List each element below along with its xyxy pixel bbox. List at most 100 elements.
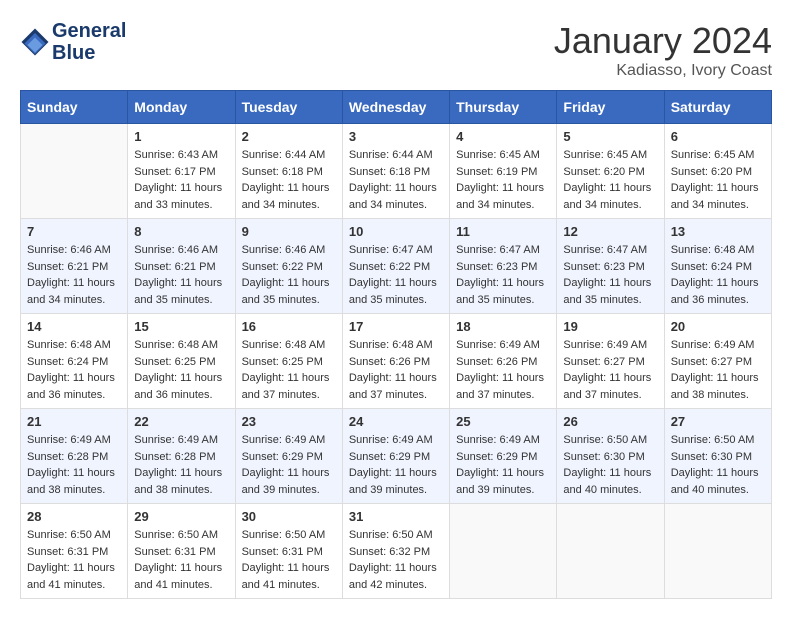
calendar-cell: 22 Sunrise: 6:49 AMSunset: 6:28 PMDayligh… (128, 409, 235, 504)
day-number: 17 (349, 319, 443, 334)
day-info: Sunrise: 6:44 AMSunset: 6:18 PMDaylight:… (242, 147, 336, 213)
calendar-cell (21, 124, 128, 219)
logo: General Blue (20, 20, 126, 64)
calendar-cell: 5 Sunrise: 6:45 AMSunset: 6:20 PMDaylight… (557, 124, 664, 219)
day-info: Sunrise: 6:47 AMSunset: 6:23 PMDaylight:… (563, 242, 657, 308)
day-number: 23 (242, 414, 336, 429)
weekday-header: Friday (557, 91, 664, 124)
calendar-cell: 1Sunrise: 6:43 AMSunset: 6:17 PMDaylight… (128, 124, 235, 219)
day-info: Sunrise: 6:49 AMSunset: 6:26 PMDaylight:… (456, 337, 550, 403)
title-area: January 2024 Kadiasso, Ivory Coast (554, 20, 772, 80)
day-info: Sunrise: 6:45 AMSunset: 6:20 PMDaylight:… (671, 147, 765, 213)
day-number: 8 (134, 224, 228, 239)
calendar-cell: 6 Sunrise: 6:45 AMSunset: 6:20 PMDaylight… (664, 124, 771, 219)
calendar-cell: 27Sunrise: 6:50 AMSunset: 6:30 PMDayligh… (664, 409, 771, 504)
weekday-header: Tuesday (235, 91, 342, 124)
weekday-header: Saturday (664, 91, 771, 124)
day-number: 11 (456, 224, 550, 239)
day-number: 29 (134, 509, 228, 524)
day-number: 28 (27, 509, 121, 524)
day-number: 31 (349, 509, 443, 524)
day-info: Sunrise: 6:48 AMSunset: 6:25 PMDaylight:… (242, 337, 336, 403)
calendar-cell: 15Sunrise: 6:48 AMSunset: 6:25 PMDayligh… (128, 314, 235, 409)
location-subtitle: Kadiasso, Ivory Coast (554, 62, 772, 80)
day-info: Sunrise: 6:50 AMSunset: 6:31 PMDaylight:… (134, 527, 228, 593)
month-title: January 2024 (554, 20, 772, 62)
calendar-cell: 26Sunrise: 6:50 AMSunset: 6:30 PMDayligh… (557, 409, 664, 504)
calendar-week-row: 28 Sunrise: 6:50 AMSunset: 6:31 PMDayligh… (21, 504, 772, 599)
day-number: 10 (349, 224, 443, 239)
logo-icon (20, 27, 50, 57)
day-number: 4 (456, 129, 550, 144)
day-number: 18 (456, 319, 550, 334)
calendar-cell: 20 Sunrise: 6:49 AMSunset: 6:27 PMDayligh… (664, 314, 771, 409)
day-number: 13 (671, 224, 765, 239)
day-info: Sunrise: 6:50 AMSunset: 6:31 PMDaylight:… (242, 527, 336, 593)
day-number: 2 (242, 129, 336, 144)
day-number: 24 (349, 414, 443, 429)
day-number: 22 (134, 414, 228, 429)
calendar-cell: 13Sunrise: 6:48 AMSunset: 6:24 PMDayligh… (664, 219, 771, 314)
day-info: Sunrise: 6:49 AMSunset: 6:27 PMDaylight:… (671, 337, 765, 403)
day-number: 6 (671, 129, 765, 144)
day-number: 25 (456, 414, 550, 429)
day-info: Sunrise: 6:49 AMSunset: 6:28 PMDaylight:… (134, 432, 228, 498)
calendar-week-row: 1Sunrise: 6:43 AMSunset: 6:17 PMDaylight… (21, 124, 772, 219)
day-number: 20 (671, 319, 765, 334)
calendar-cell: 25 Sunrise: 6:49 AMSunset: 6:29 PMDayligh… (450, 409, 557, 504)
calendar-cell: 4 Sunrise: 6:45 AMSunset: 6:19 PMDaylight… (450, 124, 557, 219)
day-info: Sunrise: 6:49 AMSunset: 6:29 PMDaylight:… (349, 432, 443, 498)
weekday-header-row: SundayMondayTuesdayWednesdayThursdayFrid… (21, 91, 772, 124)
day-number: 1 (134, 129, 228, 144)
calendar-cell: 10 Sunrise: 6:47 AMSunset: 6:22 PMDayligh… (342, 219, 449, 314)
weekday-header: Wednesday (342, 91, 449, 124)
calendar-week-row: 21 Sunrise: 6:49 AMSunset: 6:28 PMDayligh… (21, 409, 772, 504)
day-number: 27 (671, 414, 765, 429)
day-number: 30 (242, 509, 336, 524)
calendar-cell: 3 Sunrise: 6:44 AMSunset: 6:18 PMDaylight… (342, 124, 449, 219)
day-info: Sunrise: 6:50 AMSunset: 6:32 PMDaylight:… (349, 527, 443, 593)
calendar-cell: 14Sunrise: 6:48 AMSunset: 6:24 PMDayligh… (21, 314, 128, 409)
calendar-cell: 9 Sunrise: 6:46 AMSunset: 6:22 PMDaylight… (235, 219, 342, 314)
calendar-cell: 16 Sunrise: 6:48 AMSunset: 6:25 PMDayligh… (235, 314, 342, 409)
logo-line2: Blue (52, 42, 126, 64)
day-number: 12 (563, 224, 657, 239)
day-info: Sunrise: 6:46 AMSunset: 6:21 PMDaylight:… (134, 242, 228, 308)
day-info: Sunrise: 6:48 AMSunset: 6:25 PMDaylight:… (134, 337, 228, 403)
day-number: 5 (563, 129, 657, 144)
calendar-week-row: 14Sunrise: 6:48 AMSunset: 6:24 PMDayligh… (21, 314, 772, 409)
calendar-cell: 28 Sunrise: 6:50 AMSunset: 6:31 PMDayligh… (21, 504, 128, 599)
day-number: 14 (27, 319, 121, 334)
day-info: Sunrise: 6:49 AMSunset: 6:29 PMDaylight:… (456, 432, 550, 498)
day-number: 7 (27, 224, 121, 239)
day-info: Sunrise: 6:49 AMSunset: 6:29 PMDaylight:… (242, 432, 336, 498)
day-info: Sunrise: 6:44 AMSunset: 6:18 PMDaylight:… (349, 147, 443, 213)
day-number: 16 (242, 319, 336, 334)
calendar-cell: 17Sunrise: 6:48 AMSunset: 6:26 PMDayligh… (342, 314, 449, 409)
day-info: Sunrise: 6:46 AMSunset: 6:22 PMDaylight:… (242, 242, 336, 308)
calendar-cell: 7 Sunrise: 6:46 AMSunset: 6:21 PMDaylight… (21, 219, 128, 314)
calendar-cell (557, 504, 664, 599)
day-number: 9 (242, 224, 336, 239)
day-number: 21 (27, 414, 121, 429)
calendar-table: SundayMondayTuesdayWednesdayThursdayFrid… (20, 90, 772, 599)
day-info: Sunrise: 6:45 AMSunset: 6:19 PMDaylight:… (456, 147, 550, 213)
day-info: Sunrise: 6:45 AMSunset: 6:20 PMDaylight:… (563, 147, 657, 213)
calendar-cell (664, 504, 771, 599)
day-number: 3 (349, 129, 443, 144)
calendar-week-row: 7 Sunrise: 6:46 AMSunset: 6:21 PMDaylight… (21, 219, 772, 314)
calendar-cell: 8 Sunrise: 6:46 AMSunset: 6:21 PMDaylight… (128, 219, 235, 314)
calendar-cell: 31 Sunrise: 6:50 AMSunset: 6:32 PMDayligh… (342, 504, 449, 599)
day-number: 26 (563, 414, 657, 429)
day-info: Sunrise: 6:49 AMSunset: 6:27 PMDaylight:… (563, 337, 657, 403)
weekday-header: Monday (128, 91, 235, 124)
day-info: Sunrise: 6:49 AMSunset: 6:28 PMDaylight:… (27, 432, 121, 498)
day-info: Sunrise: 6:47 AMSunset: 6:22 PMDaylight:… (349, 242, 443, 308)
calendar-cell: 30 Sunrise: 6:50 AMSunset: 6:31 PMDayligh… (235, 504, 342, 599)
day-info: Sunrise: 6:46 AMSunset: 6:21 PMDaylight:… (27, 242, 121, 308)
day-info: Sunrise: 6:50 AMSunset: 6:31 PMDaylight:… (27, 527, 121, 593)
page-header: General Blue January 2024 Kadiasso, Ivor… (20, 20, 772, 80)
calendar-cell: 18 Sunrise: 6:49 AMSunset: 6:26 PMDayligh… (450, 314, 557, 409)
calendar-cell: 2 Sunrise: 6:44 AMSunset: 6:18 PMDaylight… (235, 124, 342, 219)
day-number: 19 (563, 319, 657, 334)
